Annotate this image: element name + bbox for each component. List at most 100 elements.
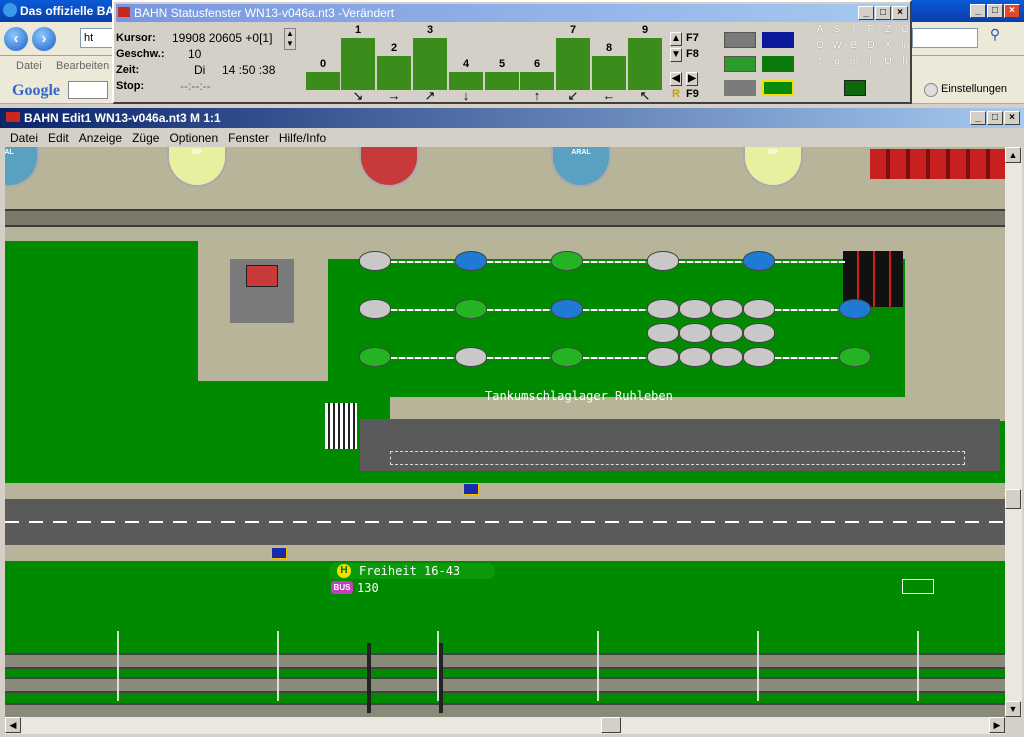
f8-key[interactable]: F8 [686,48,699,60]
direction-tile[interactable] [413,38,447,90]
menu-anzeige[interactable]: Anzeige [79,131,122,145]
shortcut-letter[interactable]: r [863,56,879,67]
menu-edit[interactable]: Edit [48,131,69,145]
storage-tank[interactable] [647,347,679,367]
browser-menu-bearbeiten[interactable]: Bearbeiten [56,60,109,72]
settings-button[interactable]: Einstellungen [941,83,1007,95]
menu-fenster[interactable]: Fenster [228,131,269,145]
shortcut-letter[interactable]: P [863,24,879,35]
direction-tile[interactable] [556,38,590,90]
right-arrow-icon[interactable]: ▶ [686,72,698,86]
up-arrow-icon[interactable]: ▲ [670,32,682,46]
browser-minimize-button[interactable]: _ [970,4,986,18]
direction-tile[interactable] [341,38,375,90]
storage-tank[interactable] [711,347,743,367]
scroll-left-button[interactable]: ◀ [5,717,21,733]
storage-tank[interactable] [679,299,711,319]
shortcut-letter[interactable]: I [846,24,862,35]
storage-tank[interactable] [743,299,775,319]
back-icon[interactable]: ‹ [4,27,28,51]
storage-tank[interactable] [743,251,775,271]
palette-tree-tile[interactable] [762,56,794,72]
f9-key[interactable]: F9 [686,88,699,100]
forward-icon[interactable]: › [32,27,56,51]
left-arrow-icon[interactable]: ◀ [670,72,682,86]
storage-tank[interactable] [359,251,391,271]
storage-tank[interactable] [711,323,743,343]
direction-tile[interactable] [377,56,411,90]
r-key[interactable]: R [672,88,680,100]
status-maximize-button[interactable]: □ [875,6,891,20]
edit-minimize-button[interactable]: _ [970,111,986,125]
map-canvas[interactable]: Tankumschlaglager Ruhleben H Freiheit 16… [5,147,1005,717]
menu-optionen[interactable]: Optionen [169,131,218,145]
storage-tank[interactable] [839,347,871,367]
menu-datei[interactable]: Datei [10,131,38,145]
storage-tank[interactable] [551,347,583,367]
status-close-button[interactable]: × [892,6,908,20]
google-search-box[interactable] [68,81,108,99]
edit-maximize-button[interactable]: □ [987,111,1003,125]
palette-water-tile[interactable] [762,32,794,48]
browser-menu-datei[interactable]: Datei [16,60,42,72]
menu-hilfe[interactable]: Hilfe/Info [279,131,326,145]
shortcut-letter[interactable]: U [880,56,896,67]
horizontal-scroll-thumb[interactable] [601,717,621,733]
direction-tile[interactable] [628,38,662,90]
shortcut-letter[interactable]: S [829,24,845,35]
vertical-scrollbar[interactable]: ▲ ▼ [1005,147,1022,717]
shortcut-letter[interactable]: m [846,56,862,67]
scroll-up-button[interactable]: ▲ [1005,147,1021,163]
vehicle-icon-2[interactable] [271,547,287,559]
shortcut-letter[interactable]: X [880,40,896,51]
shortcut-letter[interactable]: g [829,56,845,67]
storage-tank[interactable] [551,299,583,319]
cursor-spinner[interactable]: ▲ ▼ [284,28,296,50]
scroll-down-button[interactable]: ▼ [1005,701,1021,717]
shortcut-letter[interactable]: D [863,40,879,51]
storage-tank[interactable] [743,323,775,343]
direction-tile[interactable] [592,56,626,90]
shortcut-letter[interactable]: W [829,40,845,51]
storage-tank[interactable] [647,323,679,343]
storage-tank[interactable] [839,299,871,319]
browser-close-button[interactable]: × [1004,4,1020,18]
menu-zuege[interactable]: Züge [132,131,159,145]
storage-tank[interactable] [359,299,391,319]
direction-tile[interactable] [306,72,340,90]
horizontal-scrollbar[interactable]: ◀ ▶ [5,717,1005,734]
storage-tank[interactable] [455,347,487,367]
shortcut-letter[interactable]: h [897,56,913,67]
train-icon[interactable] [844,80,866,96]
down-arrow-icon[interactable]: ▼ [670,48,682,62]
shortcut-letter[interactable]: B [846,40,862,51]
storage-tank[interactable] [647,299,679,319]
storage-tank[interactable] [743,347,775,367]
palette-road-tile[interactable] [724,32,756,48]
palette-dark-tile[interactable] [724,80,756,96]
scroll-right-button[interactable]: ▶ [989,717,1005,733]
browser-maximize-button[interactable]: □ [987,4,1003,18]
direction-tile[interactable] [485,72,519,90]
vehicle-icon[interactable] [463,483,479,495]
edit-close-button[interactable]: × [1004,111,1020,125]
shortcut-letter[interactable]: Q [897,24,913,35]
storage-tank[interactable] [679,323,711,343]
address-field[interactable]: ht [80,28,114,48]
storage-tank[interactable] [679,347,711,367]
storage-tank[interactable] [711,299,743,319]
palette-track-tile[interactable] [724,56,756,72]
shortcut-letter[interactable]: In [897,40,913,51]
vertical-scroll-thumb[interactable] [1005,489,1021,509]
shortcut-letter[interactable]: A [812,24,828,35]
search-icon[interactable]: ⚲ [982,26,1008,48]
storage-tank[interactable] [647,251,679,271]
shortcut-letter[interactable]: O [812,40,828,51]
storage-tank[interactable] [551,251,583,271]
palette-vehicle-tile[interactable] [762,80,794,96]
storage-tank[interactable] [359,347,391,367]
search-input[interactable] [912,28,978,48]
status-minimize-button[interactable]: _ [858,6,874,20]
shortcut-letter[interactable]: t [812,56,828,67]
f7-key[interactable]: F7 [686,32,699,44]
